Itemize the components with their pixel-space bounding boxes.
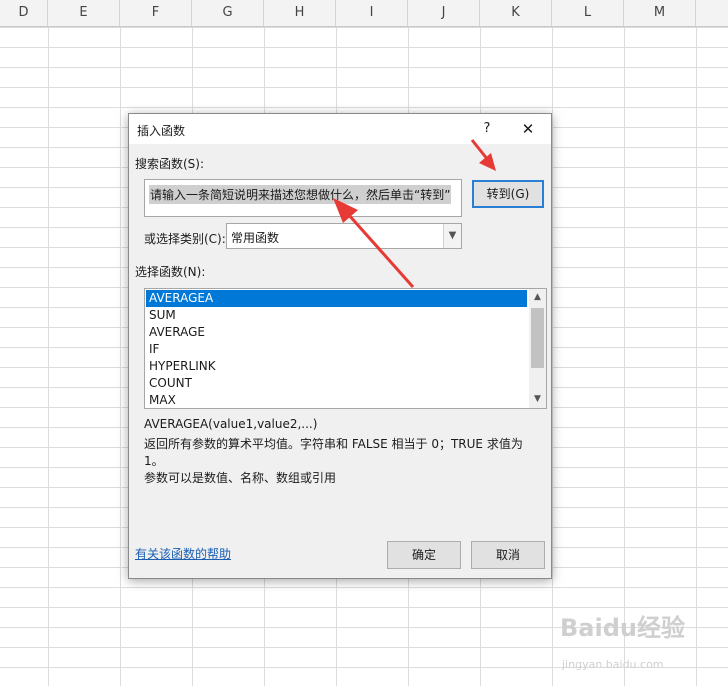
baidu-watermark: Baidu经验 (560, 614, 685, 642)
column-header-d[interactable]: D (0, 0, 48, 26)
function-signature: AVERAGEA(value1,value2,...) (144, 417, 318, 431)
description-line-1: 返回所有参数的算术平均值。字符串和 FALSE 相当于 0；TRUE 求值为 1… (144, 437, 523, 468)
function-list-label: 选择函数(N): (135, 265, 206, 279)
column-header-g[interactable]: G (192, 0, 264, 26)
search-input-text: 请输入一条简短说明来描述您想做什么，然后单击“转到” (149, 185, 452, 204)
column-header-i[interactable]: I (336, 0, 408, 26)
list-item-averagea[interactable]: AVERAGEA (146, 290, 527, 307)
column-header-m[interactable]: M (624, 0, 696, 26)
column-header-k[interactable]: K (480, 0, 552, 26)
column-header-e[interactable]: E (48, 0, 120, 26)
list-item-sum[interactable]: SUM (146, 307, 527, 324)
insert-function-dialog: 插入函数 ? ✕ 搜索函数(S): 请输入一条简短说明来描述您想做什么，然后单击… (128, 113, 552, 579)
column-header-j[interactable]: J (408, 0, 480, 26)
goto-button[interactable]: 转到(G) (472, 180, 544, 208)
description-line-2: 参数可以是数值、名称、数组或引用 (144, 471, 337, 485)
category-select-value: 常用函数 (231, 231, 280, 245)
cancel-button[interactable]: 取消 (471, 541, 545, 569)
scroll-up-icon[interactable]: ▲ (529, 289, 546, 306)
category-select[interactable]: 常用函数 ▼ (226, 223, 462, 249)
category-label: 或选择类别(C): (144, 232, 226, 246)
list-item-average[interactable]: AVERAGE (146, 324, 527, 341)
function-description: 返回所有参数的算术平均值。字符串和 FALSE 相当于 0；TRUE 求值为 1… (144, 436, 544, 487)
dialog-titlebar[interactable]: 插入函数 ? ✕ (129, 114, 551, 144)
ok-button[interactable]: 确定 (387, 541, 461, 569)
list-scrollbar[interactable]: ▲ ▼ (529, 289, 546, 408)
search-input[interactable]: 请输入一条简短说明来描述您想做什么，然后单击“转到” (144, 179, 462, 217)
column-header-row: D E F G H I J K L M (0, 0, 728, 27)
list-item-if[interactable]: IF (146, 341, 527, 358)
list-item-hyperlink[interactable]: HYPERLINK (146, 358, 527, 375)
dialog-title: 插入函数 (137, 124, 186, 138)
list-item-count[interactable]: COUNT (146, 375, 527, 392)
function-help-link[interactable]: 有关该函数的帮助 (135, 545, 231, 562)
scroll-down-icon[interactable]: ▼ (529, 391, 546, 408)
scroll-thumb[interactable] (531, 308, 544, 368)
column-header-h[interactable]: H (264, 0, 336, 26)
column-header-l[interactable]: L (552, 0, 624, 26)
function-list[interactable]: AVERAGEA SUM AVERAGE IF HYPERLINK COUNT … (144, 288, 547, 409)
list-item-max[interactable]: MAX (146, 392, 527, 408)
baidu-watermark-url: jingyan.baidu.com (562, 658, 664, 671)
help-icon[interactable]: ? (477, 118, 497, 140)
search-label: 搜索函数(S): (135, 157, 205, 171)
close-icon[interactable]: ✕ (517, 118, 539, 140)
column-header-f[interactable]: F (120, 0, 192, 26)
chevron-down-icon[interactable]: ▼ (443, 224, 461, 248)
